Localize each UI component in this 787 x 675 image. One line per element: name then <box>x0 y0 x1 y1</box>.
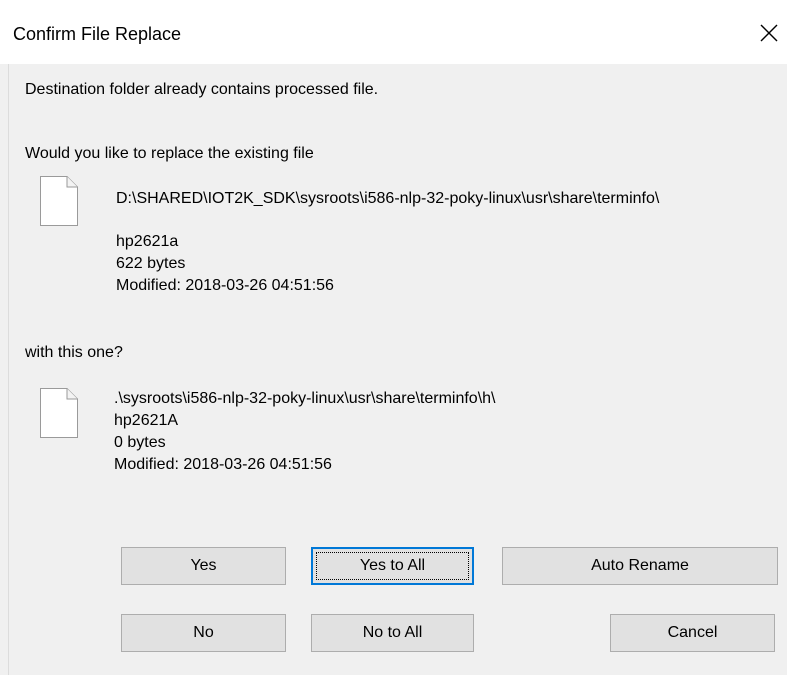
document-icon <box>40 176 78 226</box>
no-button[interactable]: No <box>121 614 286 652</box>
existing-file-modified: Modified: 2018-03-26 04:51:56 <box>116 277 334 294</box>
title-bar[interactable]: Confirm File Replace <box>0 0 787 64</box>
auto-rename-button[interactable]: Auto Rename <box>502 547 778 585</box>
new-file-name: hp2621A <box>114 412 179 429</box>
no-to-all-button[interactable]: No to All <box>311 614 474 652</box>
new-file-modified: Modified: 2018-03-26 04:51:56 <box>114 456 332 473</box>
close-button[interactable] <box>752 16 786 50</box>
message-replace-question: Would you like to replace the existing f… <box>25 145 314 162</box>
existing-file-path: D:\SHARED\IOT2K_SDK\sysroots\i586-nlp-32… <box>116 190 660 207</box>
message-destination-contains: Destination folder already contains proc… <box>25 81 379 98</box>
cancel-button-label: Cancel <box>667 624 718 641</box>
new-file-path: .\sysroots\i586-nlp-32-poky-linux\usr\sh… <box>114 390 496 407</box>
dialog-body: Destination folder already contains proc… <box>8 64 786 675</box>
new-file-size: 0 bytes <box>114 434 166 451</box>
document-icon <box>40 388 78 438</box>
cancel-button[interactable]: Cancel <box>610 614 775 652</box>
no-button-label: No <box>193 624 214 641</box>
yes-to-all-button-label: Yes to All <box>359 557 426 574</box>
close-icon <box>760 24 778 42</box>
existing-file-name: hp2621a <box>116 233 179 250</box>
yes-button-label: Yes <box>190 557 217 574</box>
existing-file-size: 622 bytes <box>116 255 186 272</box>
auto-rename-button-label: Auto Rename <box>591 557 689 574</box>
no-to-all-button-label: No to All <box>362 624 423 641</box>
yes-to-all-button[interactable]: Yes to All <box>311 547 474 585</box>
message-with-this-one: with this one? <box>25 344 123 361</box>
yes-button[interactable]: Yes <box>121 547 286 585</box>
dialog-title: Confirm File Replace <box>13 24 182 44</box>
